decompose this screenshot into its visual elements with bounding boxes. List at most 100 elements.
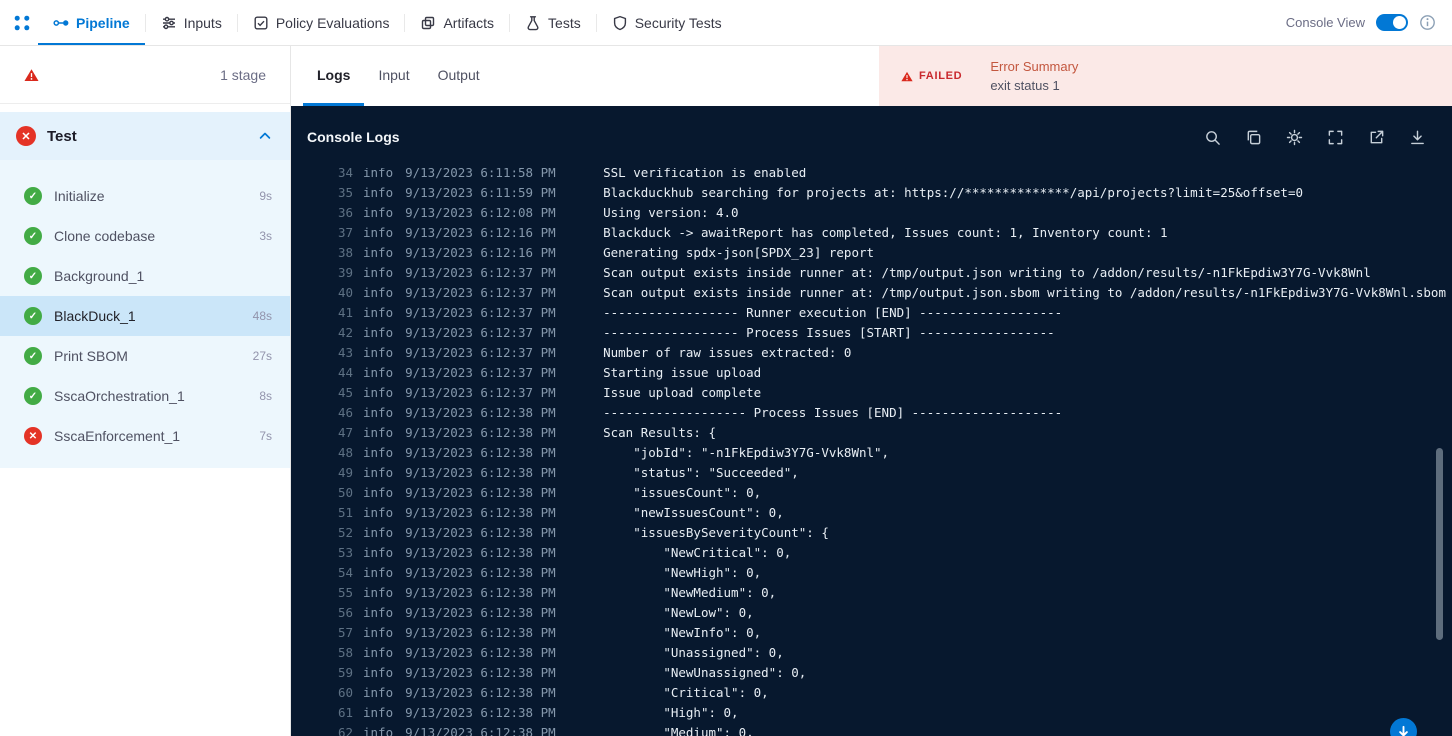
step-name: Initialize — [54, 188, 105, 204]
console-view-toggle[interactable] — [1376, 14, 1408, 31]
log-level: info — [363, 705, 394, 720]
copy-icon[interactable] — [1245, 129, 1262, 146]
nav-tab-tests[interactable]: Tests — [510, 0, 596, 45]
log-line: 37 info 9/13/2023 6:12:16 PM Blackduck -> a… — [291, 223, 1452, 243]
step-row-blackduck-1[interactable]: ✓ BlackDuck_1 48s — [0, 296, 290, 336]
app: Pipeline Inputs Policy Evaluations Artifact… — [0, 0, 1452, 736]
step-row-sscaenforcement-1[interactable]: ✕ SscaEnforcement_1 7s — [0, 416, 290, 456]
log-level: info — [363, 405, 394, 420]
nav-tab-label: Inputs — [183, 14, 222, 31]
console-view-label: Console View — [1285, 15, 1365, 30]
log-message: Generating spdx-json[SPDX_23] report — [603, 245, 875, 260]
log-line-number: 51 — [337, 505, 353, 520]
scrollbar-thumb[interactable] — [1436, 448, 1443, 640]
log-line-number: 46 — [337, 405, 353, 420]
log-level: info — [363, 525, 394, 540]
success-icon: ✓ — [24, 187, 42, 205]
log-message: "issuesBySeverityCount": { — [603, 525, 829, 540]
log-viewport[interactable]: 34 info 9/13/2023 6:11:58 PM SSL verificati… — [291, 168, 1452, 736]
tab-input[interactable]: Input — [364, 46, 423, 106]
chevron-up-icon[interactable] — [258, 129, 272, 143]
security-tests-icon — [612, 15, 628, 31]
log-line: 35 info 9/13/2023 6:11:59 PM Blackduckhub s… — [291, 183, 1452, 203]
log-line: 49 info 9/13/2023 6:12:38 PM "status": "Su… — [291, 463, 1452, 483]
log-line-number: 35 — [337, 185, 353, 200]
log-line-number: 48 — [337, 445, 353, 460]
step-row-initialize[interactable]: ✓ Initialize 9s — [0, 176, 290, 216]
log-message: ------------------ Process Issues [START… — [603, 325, 1055, 340]
log-timestamp: 9/13/2023 6:12:38 PM — [405, 425, 556, 440]
info-icon[interactable] — [1419, 14, 1436, 31]
tab-output[interactable]: Output — [424, 46, 494, 106]
log-timestamp: 9/13/2023 6:12:38 PM — [405, 645, 556, 660]
nav-tab-artifacts[interactable]: Artifacts — [405, 0, 509, 45]
step-row-print-sbom[interactable]: ✓ Print SBOM 27s — [0, 336, 290, 376]
log-line-number: 49 — [337, 465, 353, 480]
log-timestamp: 9/13/2023 6:12:37 PM — [405, 305, 556, 320]
log-line-number: 37 — [337, 225, 353, 240]
search-icon[interactable] — [1204, 129, 1221, 146]
log-line: 43 info 9/13/2023 6:12:37 PM Number of raw … — [291, 343, 1452, 363]
policy-evaluations-icon — [253, 15, 269, 31]
main-panel: Logs Input Output FAILED Error Summary exi… — [291, 46, 1452, 736]
step-name: Print SBOM — [54, 348, 128, 364]
nav-tab-inputs[interactable]: Inputs — [146, 0, 237, 45]
log-timestamp: 9/13/2023 6:12:38 PM — [405, 445, 556, 460]
nav-tab-policy-evaluations[interactable]: Policy Evaluations — [238, 0, 405, 45]
step-row-sscaorchestration-1[interactable]: ✓ SscaOrchestration_1 8s — [0, 376, 290, 416]
settings-icon[interactable] — [1286, 129, 1303, 146]
nav-tab-pipeline[interactable]: Pipeline — [38, 0, 145, 45]
step-duration: 27s — [252, 349, 272, 363]
log-line: 40 info 9/13/2023 6:12:37 PM Scan output ex… — [291, 283, 1452, 303]
stage-header-test[interactable]: ✕ Test — [0, 112, 290, 160]
log-message: ------------------- Process Issues [END]… — [603, 405, 1063, 420]
step-duration: 8s — [259, 389, 272, 403]
step-row-background-1[interactable]: ✓ Background_1 — [0, 256, 290, 296]
log-line-number: 47 — [337, 425, 353, 440]
harness-modules-icon[interactable] — [12, 13, 34, 33]
log-message: Using version: 4.0 — [603, 205, 739, 220]
tab-logs[interactable]: Logs — [303, 46, 365, 106]
log-level: info — [363, 168, 394, 180]
log-timestamp: 9/13/2023 6:12:37 PM — [405, 345, 556, 360]
log-level: info — [363, 425, 394, 440]
log-message: Number of raw issues extracted: 0 — [603, 345, 852, 360]
nav-tab-label: Pipeline — [76, 14, 130, 31]
log-timestamp: 9/13/2023 6:12:38 PM — [405, 625, 556, 640]
console-header: Console Logs — [291, 106, 1452, 168]
page-body: 1 stage ✕ Test ✓ Initialize 9s ✓ Clone codeb… — [0, 46, 1452, 736]
fullscreen-icon[interactable] — [1327, 129, 1344, 146]
log-timestamp: 9/13/2023 6:12:38 PM — [405, 565, 556, 580]
log-level: info — [363, 345, 394, 360]
log-line-number: 52 — [337, 525, 353, 540]
tests-icon — [525, 15, 541, 31]
log-message: "NewInfo": 0, — [603, 625, 762, 640]
log-timestamp: 9/13/2023 6:12:38 PM — [405, 705, 556, 720]
step-row-clone-codebase[interactable]: ✓ Clone codebase 3s — [0, 216, 290, 256]
error-summary-message: exit status 1 — [990, 78, 1060, 93]
success-icon: ✓ — [24, 307, 42, 325]
log-message: Blackduck -> awaitReport has completed, … — [603, 225, 1168, 240]
stage-count: 1 stage — [220, 66, 266, 83]
log-level: info — [363, 605, 394, 620]
log-tabs: Logs Input Output — [291, 46, 879, 106]
log-message: "jobId": "-n1FkEpdiw3Y7G-Vvk8Wnl", — [603, 445, 890, 460]
execution-sidebar: 1 stage ✕ Test ✓ Initialize 9s ✓ Clone codeb… — [0, 46, 291, 736]
log-line: 54 info 9/13/2023 6:12:38 PM "NewHigh": 0, — [291, 563, 1452, 583]
log-message: SSL verification is enabled — [603, 168, 807, 180]
log-line: 50 info 9/13/2023 6:12:38 PM "issuesCount"… — [291, 483, 1452, 503]
log-line: 57 info 9/13/2023 6:12:38 PM "NewInfo": 0, — [291, 623, 1452, 643]
log-timestamp: 9/13/2023 6:12:38 PM — [405, 545, 556, 560]
log-line: 46 info 9/13/2023 6:12:38 PM --------------… — [291, 403, 1452, 423]
log-level: info — [363, 265, 394, 280]
download-icon[interactable] — [1409, 129, 1426, 146]
log-timestamp: 9/13/2023 6:12:38 PM — [405, 405, 556, 420]
nav-tab-security-tests[interactable]: Security Tests — [597, 0, 737, 45]
step-duration: 9s — [259, 189, 272, 203]
log-level: info — [363, 285, 394, 300]
open-in-new-tab-icon[interactable] — [1368, 129, 1385, 146]
log-message: Issue upload complete — [603, 385, 762, 400]
log-line-number: 38 — [337, 245, 353, 260]
success-icon: ✓ — [24, 347, 42, 365]
inputs-icon — [161, 15, 177, 31]
